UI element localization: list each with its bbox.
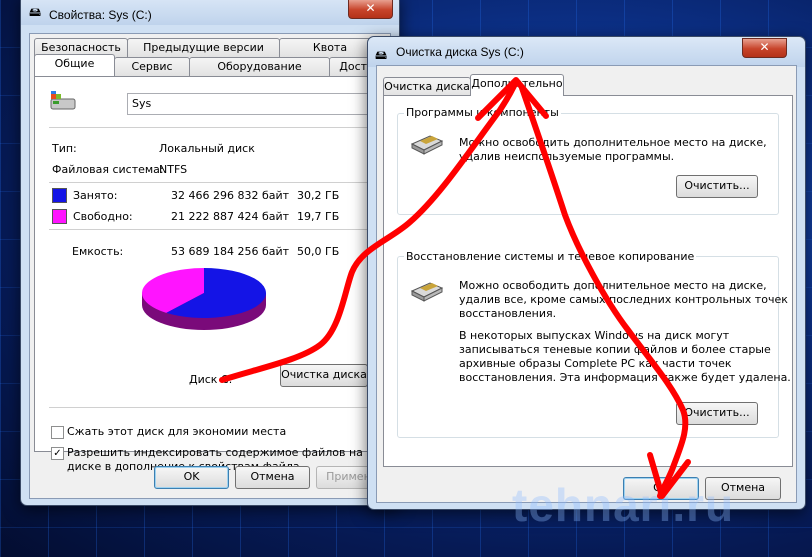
used-gb: 30,2 ГБ bbox=[297, 189, 340, 202]
type-value: Локальный диск bbox=[159, 142, 255, 155]
capacity-gb: 50,0 ГБ bbox=[297, 245, 340, 258]
tab-previous-versions[interactable]: Предыдущие версии bbox=[127, 38, 280, 57]
close-icon[interactable]: ✕ bbox=[742, 38, 787, 58]
drive-icon: 🖴 bbox=[29, 5, 42, 19]
used-swatch bbox=[52, 188, 67, 203]
programs-text-line-2: удалив неиспользуемые программы. bbox=[459, 150, 675, 163]
tab-quota[interactable]: Квота bbox=[279, 38, 381, 57]
name-value: Sys bbox=[132, 97, 152, 110]
programs-text-line-1: Можно освободить дополнительное место на… bbox=[459, 136, 767, 149]
tab-disk-cleanup[interactable]: Очистка диска bbox=[383, 77, 471, 96]
properties-window: 🖴 Свойства: Sys (C:) ✕ Безопасность Пред… bbox=[20, 0, 400, 506]
divider bbox=[49, 229, 379, 230]
tab-advanced[interactable]: Дополнительно bbox=[470, 74, 564, 96]
properties-client: Безопасность Предыдущие версии Квота Общ… bbox=[29, 33, 394, 499]
used-label: Занято: bbox=[73, 189, 118, 202]
restore-text-line-4: В некоторых выпусках Windows на диск мог… bbox=[459, 329, 730, 342]
cancel-button[interactable]: Отмена bbox=[235, 466, 310, 489]
restore-cleanup-button[interactable]: Очистить... bbox=[676, 402, 758, 425]
fs-value: NTFS bbox=[159, 163, 188, 176]
capacity-label: Емкость: bbox=[72, 245, 124, 258]
tab-hardware[interactable]: Оборудование bbox=[189, 57, 330, 76]
capacity-bytes: 53 689 184 256 байт bbox=[171, 245, 290, 258]
cleanup-window: 🖴 Очистка диска Sys (C:) ✕ Очистка диска… bbox=[367, 36, 806, 510]
programs-cleanup-button[interactable]: Очистить... bbox=[676, 175, 758, 198]
restore-text-line-6: архивные образы Complete PC как части то… bbox=[459, 357, 732, 370]
cleanup-cancel-button[interactable]: Отмена bbox=[705, 477, 781, 500]
advanced-panel: Программы и компоненты Можно освободить … bbox=[383, 95, 793, 467]
cleanup-title: Очистка диска Sys (C:) bbox=[396, 45, 524, 59]
hard-drive-icon bbox=[410, 282, 444, 302]
drive-icon bbox=[50, 91, 76, 110]
general-panel: Sys Тип: Локальный диск Файловая система… bbox=[34, 76, 391, 452]
divider bbox=[49, 182, 379, 183]
index-checkbox[interactable]: ✓ bbox=[51, 447, 64, 460]
restore-text-line-7: восстановления. Эта информация также буд… bbox=[459, 371, 791, 384]
divider bbox=[49, 407, 379, 408]
tab-service[interactable]: Сервис bbox=[114, 57, 190, 76]
programs-group bbox=[397, 113, 779, 215]
compress-checkbox[interactable] bbox=[51, 426, 64, 439]
free-gb: 19,7 ГБ bbox=[297, 210, 340, 223]
type-label: Тип: bbox=[52, 142, 77, 155]
programs-group-title: Программы и компоненты bbox=[404, 106, 561, 119]
disk-label: Диск C: bbox=[189, 373, 233, 386]
close-icon[interactable]: ✕ bbox=[348, 0, 393, 19]
restore-text-line-2: удалив все, кроме самых последних контро… bbox=[459, 293, 788, 306]
cleanup-titlebar[interactable]: 🖴 Очистка диска Sys (C:) ✕ bbox=[368, 37, 805, 67]
disk-usage-pie bbox=[142, 268, 266, 330]
free-bytes: 21 222 887 424 байт bbox=[171, 210, 290, 223]
restore-group-title: Восстановление системы и теневое копиров… bbox=[404, 250, 697, 263]
restore-text-line-1: Можно освободить дополнительное место на… bbox=[459, 279, 767, 292]
properties-titlebar[interactable]: 🖴 Свойства: Sys (C:) ✕ bbox=[21, 0, 399, 25]
fs-label: Файловая система: bbox=[52, 163, 164, 176]
index-label-line-1: Разрешить индексировать содержимое файло… bbox=[67, 446, 394, 459]
compress-label: Сжать этот диск для экономии места bbox=[67, 425, 287, 438]
free-label: Свободно: bbox=[73, 210, 133, 223]
divider bbox=[49, 127, 379, 128]
hard-drive-icon bbox=[410, 135, 444, 155]
restore-text-line-3: восстановления. bbox=[459, 307, 557, 320]
restore-text-line-5: записываться теневые копии файлов и боле… bbox=[459, 343, 771, 356]
disk-cleanup-button[interactable]: Очистка диска bbox=[280, 364, 368, 387]
name-input[interactable]: Sys bbox=[127, 93, 391, 115]
cleanup-ok-button[interactable]: OK bbox=[623, 477, 699, 500]
ok-button[interactable]: OK bbox=[154, 466, 229, 489]
free-swatch bbox=[52, 209, 67, 224]
tab-general[interactable]: Общие bbox=[34, 54, 115, 76]
used-bytes: 32 466 296 832 байт bbox=[171, 189, 290, 202]
properties-title: Свойства: Sys (C:) bbox=[49, 8, 152, 22]
cleanup-app-icon: 🖴 bbox=[375, 48, 388, 62]
cleanup-client: Очистка диска Дополнительно Программы и … bbox=[376, 65, 797, 503]
